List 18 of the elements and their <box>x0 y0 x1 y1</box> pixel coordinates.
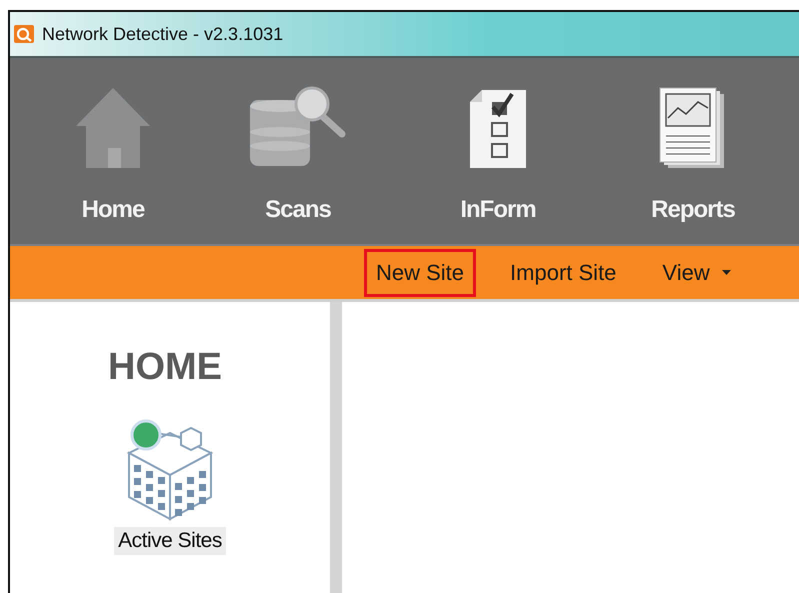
database-search-icon <box>250 86 346 166</box>
action-button[interactable]: Import Site <box>498 248 628 296</box>
caret-icon <box>722 270 731 275</box>
sidebar-item[interactable]: Active Sites <box>114 527 226 555</box>
ribbon-button[interactable]: InForm <box>398 58 598 244</box>
app-logo-icon <box>14 25 34 43</box>
ribbon-button[interactable]: Reports <box>598 58 788 244</box>
sidebar-heading: HOME <box>108 346 222 389</box>
checklist-icon <box>470 90 526 168</box>
dropdown-button[interactable]: View <box>650 248 743 296</box>
building-icon <box>126 420 214 521</box>
window-title: Network Detective - v2.3.1031 <box>42 24 284 44</box>
ribbon-button[interactable]: Scans <box>198 58 398 244</box>
panel-splitter[interactable] <box>330 302 342 593</box>
ribbon-button[interactable]: Home <box>28 58 198 244</box>
house-icon <box>76 88 150 168</box>
report-document-icon <box>660 88 724 168</box>
action-button[interactable]: New Site <box>364 248 476 296</box>
